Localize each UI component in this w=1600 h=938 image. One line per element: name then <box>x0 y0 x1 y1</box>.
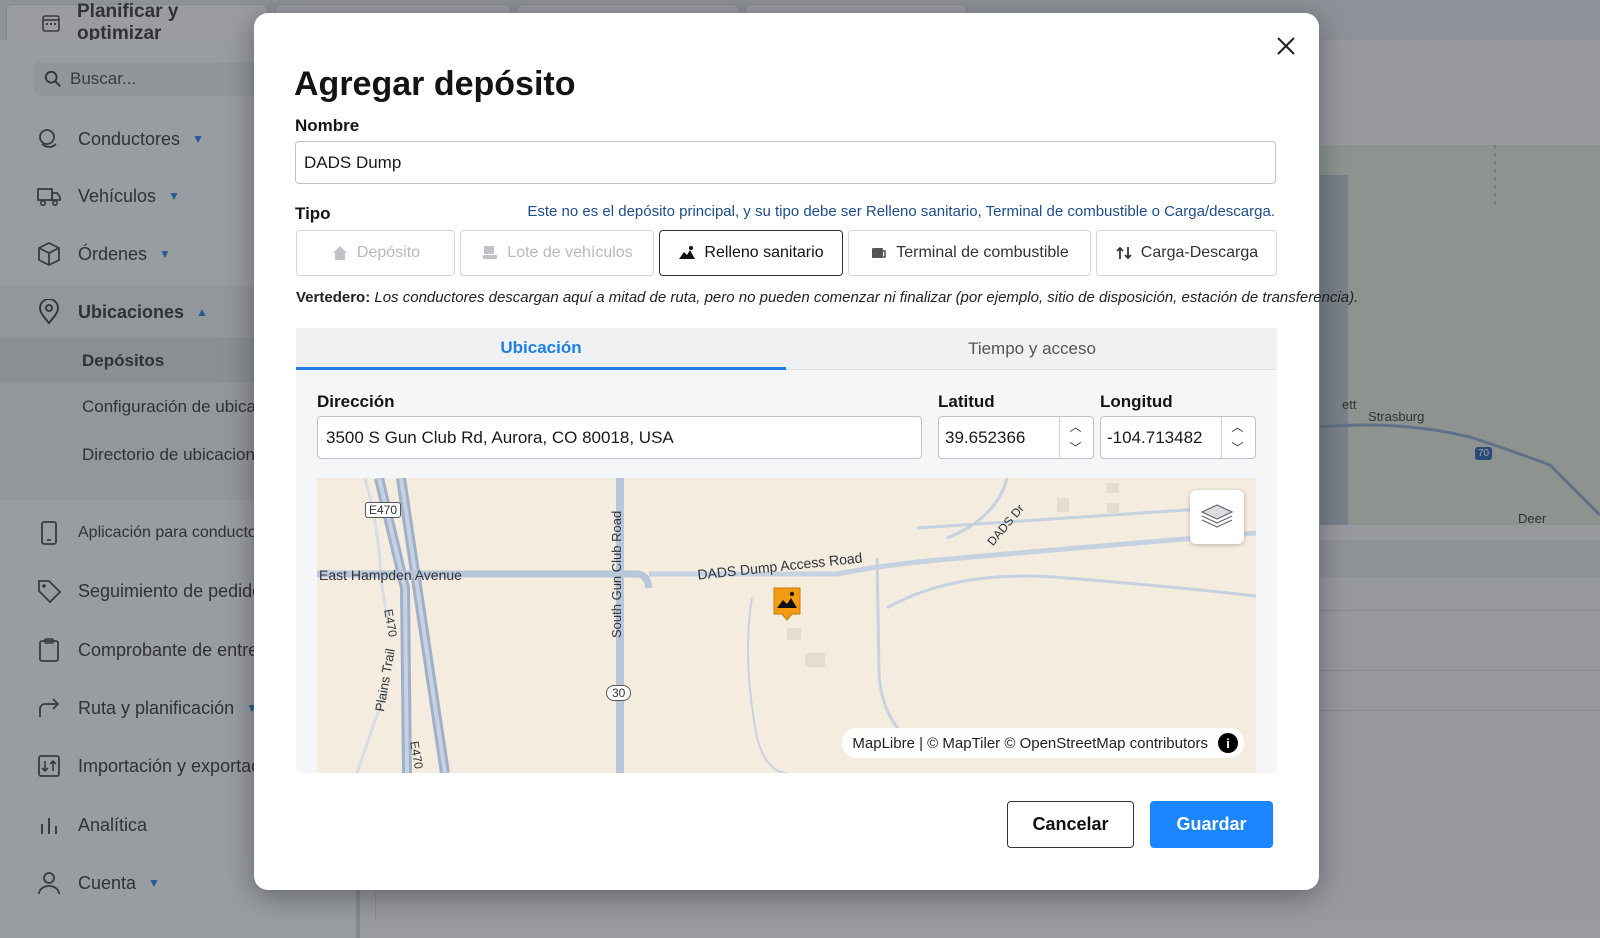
close-icon[interactable] <box>1273 33 1299 59</box>
latitude-stepper[interactable]: ︿ ﹀ <box>1059 417 1091 458</box>
type-desc-title: Vertedero: <box>296 289 371 306</box>
longitude-stepper[interactable]: ︿ ﹀ <box>1221 417 1253 458</box>
map-attribution: MapLibre | © MapTiler © OpenStreetMap co… <box>842 728 1244 758</box>
type-label-text: Relleno sanitario <box>704 244 824 261</box>
latitude-field: ︿﹀ <box>938 416 1094 459</box>
type-load-unload-button[interactable]: Carga-Descarga <box>1096 230 1277 276</box>
up-down-arrows-icon <box>1116 246 1132 260</box>
chevron-down-icon[interactable]: ﹀ <box>1231 442 1243 454</box>
route-30-shield: 30 <box>606 685 632 701</box>
map-layers-button[interactable] <box>1190 490 1244 544</box>
type-hint: Este no es el depósito principal, y su t… <box>527 203 1275 220</box>
type-label: Tipo <box>295 204 331 223</box>
type-label-text: Carga-Descarga <box>1140 244 1259 261</box>
type-label-text: Depósito <box>356 244 421 261</box>
chevron-up-icon[interactable]: ︿ <box>1231 421 1243 433</box>
latitude-label: Latitud <box>938 392 995 411</box>
longitude-field: ︿﹀ <box>1100 416 1256 459</box>
type-label-text: Lote de vehículos <box>507 244 633 261</box>
layers-icon <box>1200 504 1234 528</box>
longitude-label: Longitud <box>1100 392 1173 411</box>
type-label-text: Terminal de combustible <box>896 244 1069 261</box>
address-label: Dirección <box>317 392 395 411</box>
chevron-up-icon[interactable]: ︿ <box>1069 421 1081 433</box>
cancel-button[interactable]: Cancelar <box>1007 801 1134 848</box>
chevron-down-icon[interactable]: ﹀ <box>1069 442 1081 454</box>
map-label-south-gun-club: South Gun Club Road <box>609 510 624 638</box>
e470-shield: E470 <box>365 502 402 518</box>
tabs-header: Ubicación Tiempo y acceso <box>296 328 1277 370</box>
type-depot-button[interactable]: Depósito <box>296 230 455 276</box>
address-input[interactable] <box>317 416 922 459</box>
attribution-text: MapLibre | © MapTiler © OpenStreetMap co… <box>852 734 1208 752</box>
location-tabs-panel: Ubicación Tiempo y acceso Dirección Lati… <box>296 328 1277 773</box>
add-depot-dialog: Agregar depósito Nombre Tipo Este no es … <box>254 13 1358 890</box>
type-description: Vertedero: Los conductores descargan aqu… <box>296 289 1358 306</box>
name-input[interactable] <box>295 141 1276 184</box>
map-label-east-hampden: East Hampden Avenue <box>319 567 462 583</box>
dialog-title: Agregar depósito <box>294 65 576 103</box>
save-button[interactable]: Guardar <box>1150 801 1273 848</box>
name-label: Nombre <box>295 116 360 135</box>
type-fuel-terminal-button[interactable]: Terminal de combustible <box>848 230 1091 276</box>
home-icon <box>332 246 347 260</box>
latitude-input[interactable] <box>939 417 1059 458</box>
parking-icon <box>483 246 498 259</box>
location-map[interactable]: E470 East Hampden Avenue South Gun Club … <box>317 478 1256 773</box>
type-landfill-button[interactable]: Relleno sanitario <box>659 230 843 276</box>
type-desc-text: Los conductores descargan aquí a mitad d… <box>374 289 1359 306</box>
fuel-icon <box>872 248 887 258</box>
tab-time-access[interactable]: Tiempo y acceso <box>787 328 1277 370</box>
longitude-input[interactable] <box>1101 417 1221 458</box>
info-icon[interactable]: i <box>1218 733 1238 753</box>
type-vehicle-lot-button[interactable]: Lote de vehículos <box>460 230 654 276</box>
landfill-icon <box>679 246 696 259</box>
depot-marker-icon[interactable] <box>772 586 802 622</box>
tab-location[interactable]: Ubicación <box>296 328 786 370</box>
